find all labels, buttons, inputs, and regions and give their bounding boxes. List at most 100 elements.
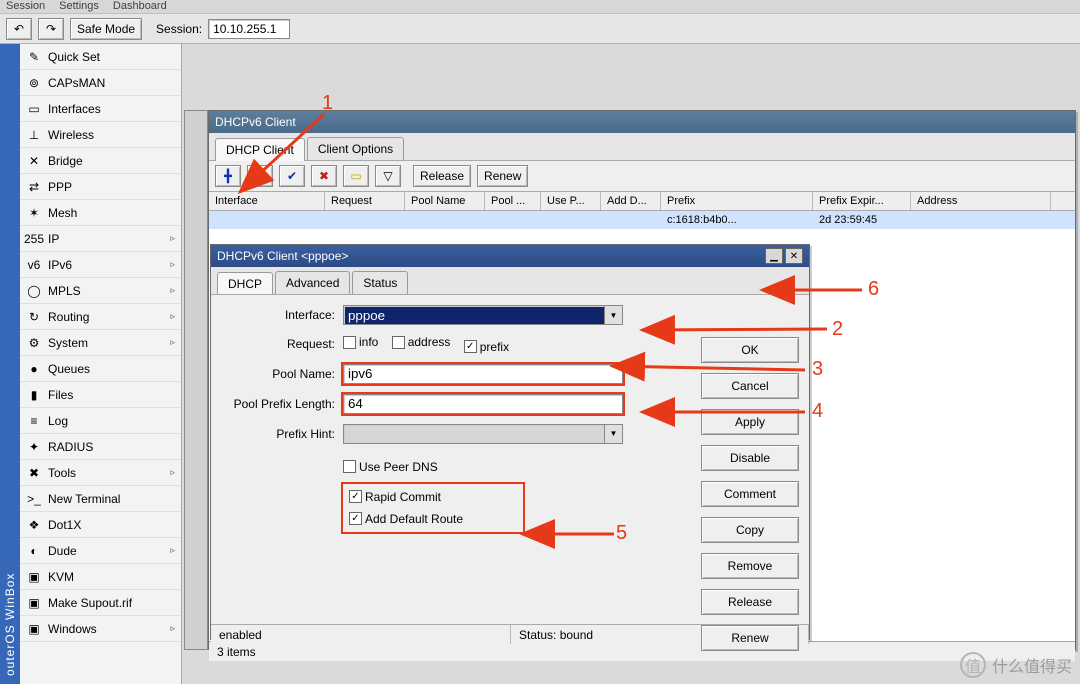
sidebar-item-bridge[interactable]: ✕Bridge [20, 148, 181, 174]
chevron-right-icon: ▹ [170, 259, 175, 270]
chevron-down-icon[interactable]: ▼ [605, 424, 623, 444]
enable-button[interactable]: ✔ [279, 165, 305, 187]
sidebar-item-ip[interactable]: 255IP▹ [20, 226, 181, 252]
sidebar-item-kvm[interactable]: ▣KVM [20, 564, 181, 590]
interface-input[interactable] [343, 305, 605, 325]
sidebar-item-dude[interactable]: ◐Dude▹ [20, 538, 181, 564]
plus-icon: ╋ [224, 169, 231, 183]
sidebar-item-tools[interactable]: ✖Tools▹ [20, 460, 181, 486]
sidebar-item-new-terminal[interactable]: >_New Terminal [20, 486, 181, 512]
cancel-button[interactable]: Cancel [701, 373, 799, 399]
sidebar-item-label: Interfaces [48, 102, 101, 116]
undo-button[interactable]: ↶ [6, 18, 32, 40]
sidebar-icon: ✦ [26, 439, 42, 455]
release-button[interactable]: Release [413, 165, 471, 187]
safe-mode-button[interactable]: Safe Mode [70, 18, 142, 40]
column-header[interactable]: Request [325, 192, 405, 210]
sidebar-item-radius[interactable]: ✦RADIUS [20, 434, 181, 460]
sidebar-icon: ◐ [26, 543, 42, 559]
renew-button[interactable]: Renew [701, 625, 799, 651]
sidebar-item-system[interactable]: ⚙System▹ [20, 330, 181, 356]
column-header[interactable]: Prefix Expir... [813, 192, 911, 210]
dialog-title: DHCPv6 Client <pppoe> [217, 249, 348, 263]
disable-button[interactable]: ✖ [311, 165, 337, 187]
checkbox-address[interactable]: address [392, 335, 451, 349]
sidebar-item-routing[interactable]: ↻Routing▹ [20, 304, 181, 330]
sidebar-icon: ◯ [26, 283, 42, 299]
copy-button[interactable]: Copy [701, 517, 799, 543]
renew-button[interactable]: Renew [477, 165, 528, 187]
interface-combo[interactable]: ▼ [343, 305, 623, 325]
sidebar-icon: ❖ [26, 517, 42, 533]
sidebar-item-mesh[interactable]: ✶Mesh [20, 200, 181, 226]
release-button[interactable]: Release [701, 589, 799, 615]
pool-name-input[interactable] [343, 364, 623, 384]
sidebar-item-label: CAPsMAN [48, 76, 105, 90]
redo-button[interactable]: ↷ [38, 18, 64, 40]
tab-advanced[interactable]: Advanced [275, 271, 350, 294]
menu-settings[interactable]: Settings [59, 0, 99, 13]
ok-button[interactable]: OK [701, 337, 799, 363]
column-header[interactable]: Address [911, 192, 1051, 210]
sidebar-item-mpls[interactable]: ◯MPLS▹ [20, 278, 181, 304]
sidebar-item-windows[interactable]: ▣Windows▹ [20, 616, 181, 642]
sidebar-item-wireless[interactable]: ⊥Wireless [20, 122, 181, 148]
minimize-button[interactable]: ▁ [765, 248, 783, 264]
tab-client-options[interactable]: Client Options [307, 137, 404, 160]
column-header[interactable]: Pool Name [405, 192, 485, 210]
prefix-hint-combo[interactable]: ▼ [343, 424, 623, 444]
menu-dashboard[interactable]: Dashboard [113, 0, 167, 13]
checkbox-use-peer-dns[interactable]: Use Peer DNS [343, 460, 438, 474]
tab-dhcp-client[interactable]: DHCP Client [215, 138, 305, 161]
top-toolbar: ↶ ↷ Safe Mode Session: 10.10.255.1 [0, 14, 1080, 44]
apply-button[interactable]: Apply [701, 409, 799, 435]
tab-dhcp[interactable]: DHCP [217, 272, 273, 295]
remove-button[interactable]: ━ [247, 165, 273, 187]
sidebar-item-make-supout-rif[interactable]: ▣Make Supout.rif [20, 590, 181, 616]
checkbox-info[interactable]: info [343, 335, 378, 349]
column-header[interactable]: Use P... [541, 192, 601, 210]
sidebar-item-log[interactable]: ≡Log [20, 408, 181, 434]
label-pool-name: Pool Name: [219, 367, 339, 381]
sidebar-item-label: Log [48, 414, 68, 428]
sidebar-item-dot1x[interactable]: ❖Dot1X [20, 512, 181, 538]
column-header[interactable]: Prefix [661, 192, 813, 210]
sidebar-item-queues[interactable]: ●Queues [20, 356, 181, 382]
sidebar-item-label: IPv6 [48, 258, 72, 272]
sidebar-item-ppp[interactable]: ⇄PPP [20, 174, 181, 200]
column-header[interactable]: Pool ... [485, 192, 541, 210]
menu-session[interactable]: Session [6, 0, 45, 13]
sidebar-item-label: Routing [48, 310, 89, 324]
comment-button[interactable]: Comment [701, 481, 799, 507]
window-titlebar[interactable]: DHCPv6 Client [209, 111, 1075, 133]
checkbox-add-default-route[interactable]: ✓Add Default Route [349, 512, 507, 526]
column-header[interactable]: Interface [209, 192, 325, 210]
remove-button[interactable]: Remove [701, 553, 799, 579]
workspace: DHCPv6 Client DHCP Client Client Options… [182, 44, 1080, 684]
sidebar-item-capsman[interactable]: ⊚CAPsMAN [20, 70, 181, 96]
sidebar-item-interfaces[interactable]: ▭Interfaces [20, 96, 181, 122]
sidebar-item-label: Make Supout.rif [48, 596, 132, 610]
dialog-titlebar[interactable]: DHCPv6 Client <pppoe> ▁ ✕ [211, 245, 809, 267]
filter-button[interactable]: ▽ [375, 165, 401, 187]
comment-button[interactable]: ▭ [343, 165, 369, 187]
sidebar-item-quick-set[interactable]: ✎Quick Set [20, 44, 181, 70]
prefix-hint-input[interactable] [343, 424, 605, 444]
disable-button[interactable]: Disable [701, 445, 799, 471]
checkbox-prefix[interactable]: ✓prefix [464, 340, 509, 354]
table-row[interactable]: c:1618:b4b0...2d 23:59:45 [209, 211, 1075, 229]
window-title: DHCPv6 Client [215, 115, 296, 129]
sidebar-item-label: Windows [48, 622, 97, 636]
sidebar-item-files[interactable]: ▮Files [20, 382, 181, 408]
chevron-down-icon[interactable]: ▼ [605, 305, 623, 325]
checkbox-rapid-commit[interactable]: ✓Rapid Commit [349, 490, 507, 504]
sidebar-item-ipv6[interactable]: v6IPv6▹ [20, 252, 181, 278]
item-count: 3 items [209, 645, 264, 659]
column-header[interactable]: Add D... [601, 192, 661, 210]
sidebar-item-label: Mesh [48, 206, 77, 220]
close-button[interactable]: ✕ [785, 248, 803, 264]
comment-icon: ▭ [350, 169, 361, 183]
tab-status[interactable]: Status [352, 271, 408, 294]
add-button[interactable]: ╋ [215, 165, 241, 187]
pool-prefix-length-input[interactable] [343, 394, 623, 414]
